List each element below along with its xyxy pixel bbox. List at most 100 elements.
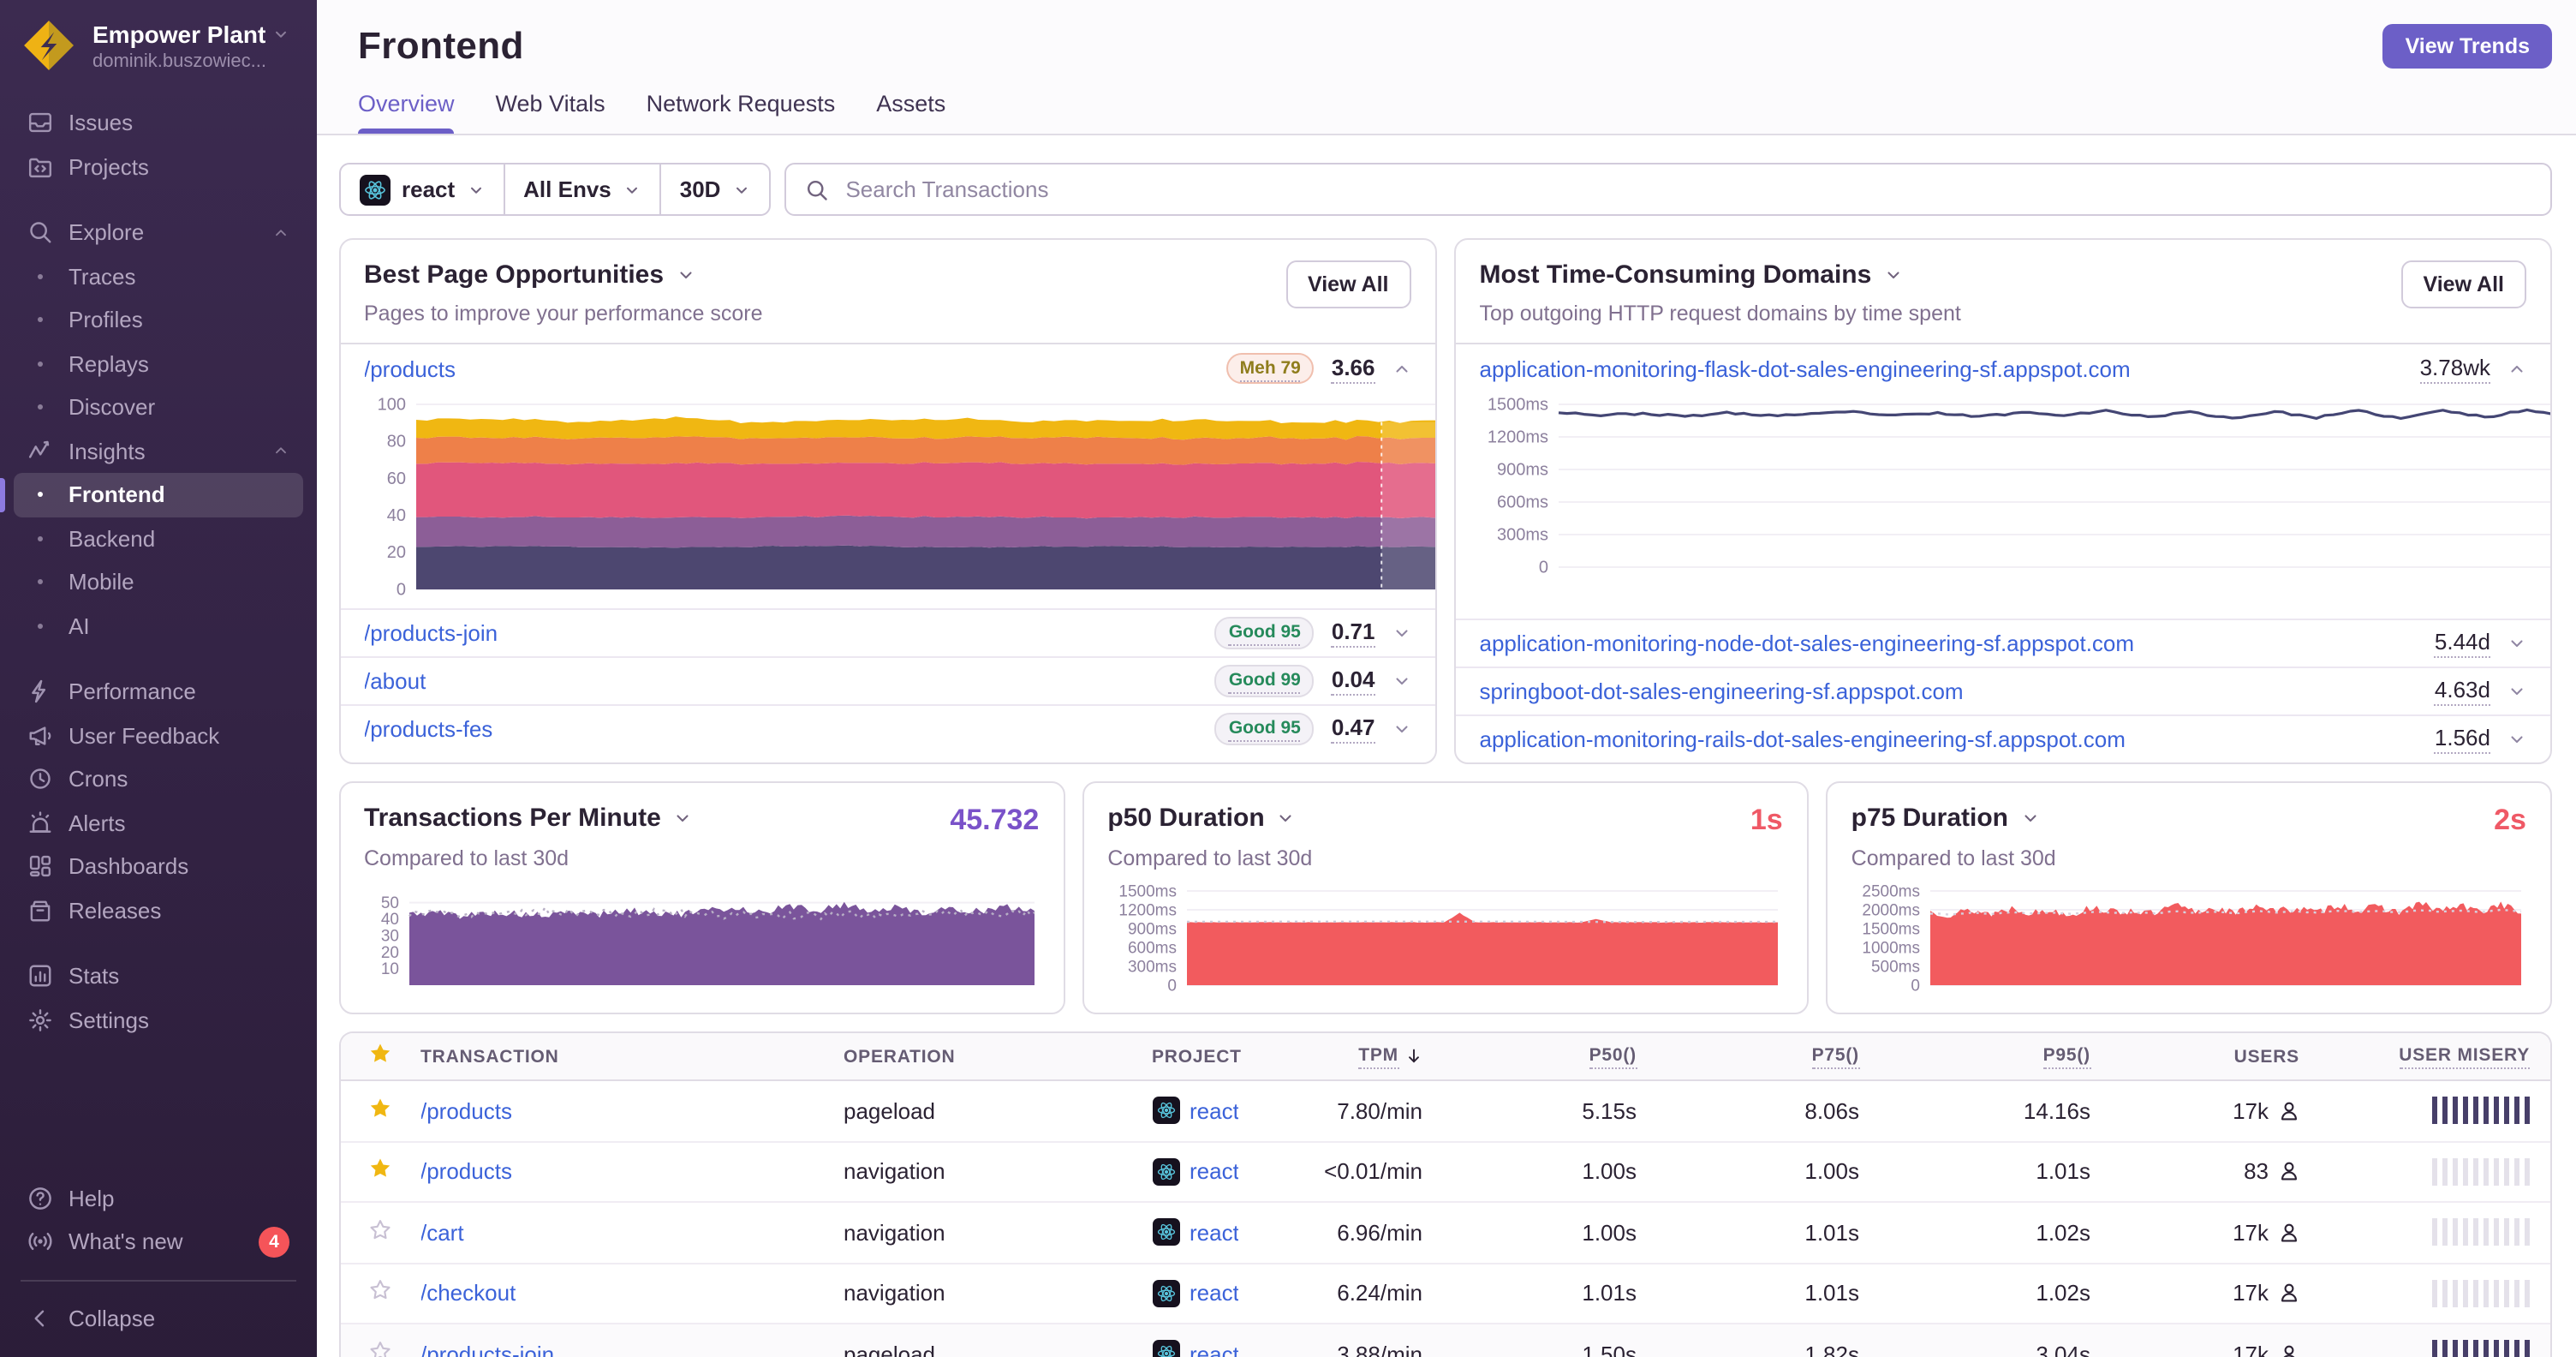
project-link[interactable]: react: [1190, 1159, 1239, 1185]
tab-network-requests[interactable]: Network Requests: [647, 91, 836, 134]
domain-link[interactable]: application-monitoring-node-dot-sales-en…: [1480, 631, 2135, 656]
chevron-down-icon[interactable]: [1883, 266, 1902, 284]
project-link[interactable]: react: [1190, 1220, 1239, 1246]
sidebar-item-backend[interactable]: Backend: [14, 517, 303, 560]
bullet-icon: [27, 318, 53, 323]
star-icon[interactable]: [368, 1340, 392, 1357]
sidebar-item-frontend[interactable]: Frontend: [0, 473, 303, 517]
sidebar-item-releases[interactable]: Releases: [14, 888, 303, 932]
tab-assets[interactable]: Assets: [876, 91, 945, 134]
transaction-link[interactable]: /products-join: [420, 1342, 554, 1357]
project-link[interactable]: react: [1190, 1098, 1239, 1124]
sidebar-item-traces[interactable]: Traces: [14, 254, 303, 298]
sidebar-item-user-feedback[interactable]: User Feedback: [14, 714, 303, 757]
chevron-down-icon[interactable]: [676, 266, 695, 284]
opportunity-score: 0.04: [1331, 667, 1375, 696]
tab-overview[interactable]: Overview: [358, 91, 456, 134]
star-icon[interactable]: [368, 1157, 392, 1187]
chevron-down-icon[interactable]: [1392, 624, 1411, 643]
svg-text:40: 40: [386, 506, 405, 525]
column-header[interactable]: PROJECT: [1152, 1046, 1294, 1067]
project-link[interactable]: react: [1190, 1281, 1239, 1306]
sidebar-item-mobile[interactable]: Mobile: [14, 560, 303, 604]
transaction-link[interactable]: /checkout: [420, 1281, 516, 1306]
transaction-link[interactable]: /products: [420, 1159, 512, 1185]
tab-web-vitals[interactable]: Web Vitals: [496, 91, 605, 134]
sidebar-item-settings[interactable]: Settings: [14, 998, 303, 1042]
chevron-up-icon[interactable]: [1392, 359, 1411, 378]
star-icon[interactable]: [368, 1218, 392, 1247]
chevron-up-icon[interactable]: [2507, 359, 2526, 378]
page-link[interactable]: /about: [364, 668, 426, 694]
page-link[interactable]: /products: [364, 356, 456, 381]
sidebar-item-stats[interactable]: Stats: [14, 954, 303, 998]
sidebar-item-performance[interactable]: Performance: [14, 670, 303, 714]
sidebar-item-alerts[interactable]: Alerts: [14, 801, 303, 845]
chevron-down-icon[interactable]: [2020, 809, 2039, 828]
view-trends-button[interactable]: View Trends: [2382, 24, 2552, 69]
transaction-row[interactable]: /cart navigation react 6.96/min 1.00s 1.01s 1.…: [340, 1203, 2550, 1264]
chevron-down-icon[interactable]: [2507, 730, 2526, 749]
chevron-down-icon[interactable]: [1392, 672, 1411, 690]
star-icon[interactable]: [368, 1097, 392, 1126]
sidebar-item-label: Backend: [69, 525, 156, 552]
sidebar-item-replays[interactable]: Replays: [14, 342, 303, 386]
sidebar-item-explore[interactable]: Explore: [14, 211, 303, 254]
column-header[interactable]: USER MISERY: [2299, 1044, 2550, 1068]
domain-link[interactable]: application-monitoring-flask-dot-sales-e…: [1480, 356, 2131, 381]
column-header[interactable]: P50(): [1422, 1044, 1637, 1068]
svg-text:0: 0: [1911, 977, 1920, 995]
column-header[interactable]: OPERATION: [844, 1046, 1152, 1067]
sidebar-item-profiles[interactable]: Profiles: [14, 298, 303, 342]
domain-link[interactable]: springboot-dot-sales-engineering-sf.apps…: [1480, 678, 1964, 704]
chevron-down-icon[interactable]: [2507, 634, 2526, 653]
chevron-down-icon[interactable]: [1392, 720, 1411, 738]
sidebar-item-discover[interactable]: Discover: [14, 386, 303, 429]
transaction-row[interactable]: /checkout navigation react 6.24/min 1.01s 1.0…: [340, 1264, 2550, 1324]
sidebar-item-help[interactable]: Help: [14, 1176, 303, 1220]
p75-cell: 1.82s: [1804, 1341, 1859, 1357]
column-header[interactable]: TRANSACTION: [420, 1046, 844, 1067]
transaction-link[interactable]: /cart: [420, 1220, 464, 1246]
page-link[interactable]: /products-join: [364, 620, 498, 646]
sidebar-item-collapse[interactable]: Collapse: [14, 1296, 303, 1340]
domain-link[interactable]: application-monitoring-rails-dot-sales-e…: [1480, 726, 2126, 752]
column-header[interactable]: USERS: [2090, 1046, 2299, 1067]
opportunity-score: 0.71: [1331, 619, 1375, 648]
project-filter[interactable]: react: [340, 164, 503, 214]
chevron-down-icon[interactable]: [2507, 682, 2526, 701]
transaction-row[interactable]: /products-join pageload react 3.88/min 1.50s…: [340, 1324, 2550, 1357]
domains-view-all-button[interactable]: View All: [2400, 260, 2526, 308]
column-header-sorted[interactable]: TPM: [1294, 1044, 1422, 1068]
page-link[interactable]: /products-fes: [364, 716, 492, 742]
transaction-link[interactable]: /products: [420, 1098, 512, 1124]
star-icon[interactable]: [368, 1279, 392, 1308]
sidebar-item-label: Help: [69, 1185, 115, 1211]
sidebar-item-what-s-new[interactable]: What's new 4: [14, 1220, 303, 1264]
environment-filter[interactable]: All Envs: [503, 164, 659, 214]
sidebar-item-issues[interactable]: Issues: [14, 101, 303, 145]
sidebar-item-label: Profiles: [69, 307, 143, 333]
sidebar-item-ai[interactable]: AI: [14, 604, 303, 648]
column-header[interactable]: P75(): [1637, 1044, 1859, 1068]
p50-cell: 1.00s: [1582, 1158, 1637, 1185]
svg-text:300ms: 300ms: [1127, 958, 1176, 976]
org-switcher[interactable]: Empower Plant dominik.buszowiec...: [0, 0, 317, 87]
best-pages-view-all-button[interactable]: View All: [1285, 260, 1411, 308]
sidebar-item-dashboards[interactable]: Dashboards: [14, 845, 303, 888]
transaction-row[interactable]: /products pageload react 7.80/min 5.15s 8.06s…: [340, 1081, 2550, 1142]
sidebar-item-crons[interactable]: Crons: [14, 757, 303, 801]
transaction-row[interactable]: /products navigation react <0.01/min 1.00s 1.…: [340, 1142, 2550, 1203]
project-link[interactable]: react: [1190, 1342, 1239, 1357]
sidebar-item-label: What's new: [69, 1228, 183, 1255]
sidebar-item-insights[interactable]: Insights: [14, 429, 303, 473]
chevron-down-icon[interactable]: [673, 809, 692, 828]
star-icon[interactable]: [368, 1042, 392, 1071]
date-range-filter[interactable]: 30D: [659, 164, 769, 214]
chevron-down-icon[interactable]: [1277, 809, 1296, 828]
search-input[interactable]: [842, 175, 2531, 204]
metric-subtitle: Compared to last 30d: [364, 846, 569, 870]
column-header[interactable]: P95(): [1859, 1044, 2090, 1068]
sidebar-item-projects[interactable]: Projects: [14, 145, 303, 188]
search-box[interactable]: [784, 163, 2552, 216]
